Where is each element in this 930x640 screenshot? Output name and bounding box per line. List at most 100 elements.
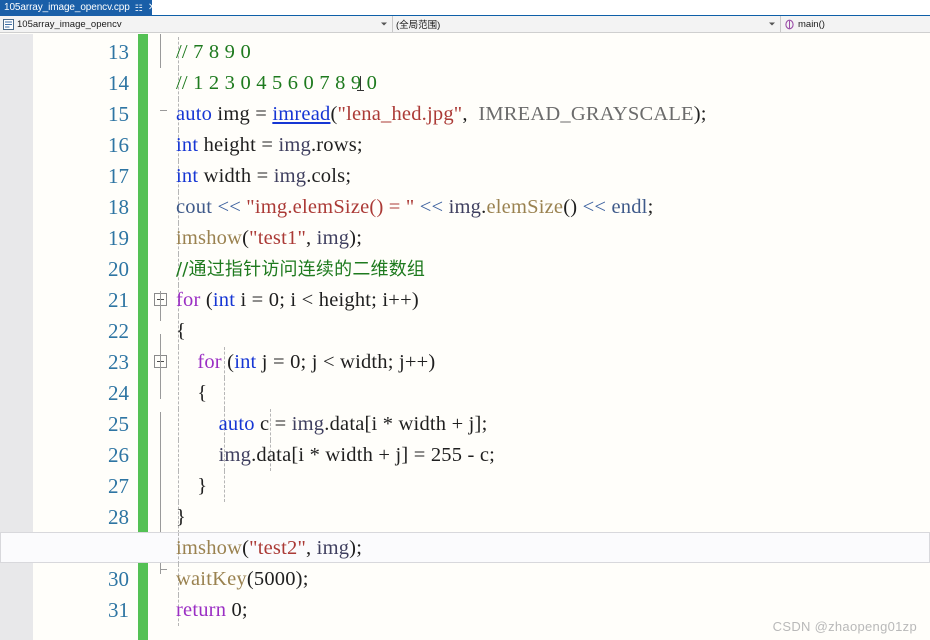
close-icon[interactable]: ✕ — [148, 3, 156, 13]
code-token: 0; — [226, 599, 248, 621]
line-number: 28 — [108, 505, 129, 529]
current-line-highlight — [0, 532, 930, 563]
code-token: imshow — [176, 227, 243, 249]
code-token: ( — [200, 289, 213, 311]
chevron-down-icon[interactable] — [381, 22, 387, 26]
line-number: 17 — [108, 164, 129, 188]
line-number: 13 — [108, 40, 129, 64]
code-token: for — [197, 351, 222, 373]
code-token: auto — [176, 103, 213, 125]
code-token: < — [301, 289, 314, 311]
code-line[interactable]: //通过指针访问连续的二维数组 — [176, 254, 425, 285]
code-token: } — [176, 475, 208, 497]
code-token: img — [278, 134, 311, 156]
code-token: img = — [212, 103, 273, 125]
method-icon — [784, 19, 795, 30]
function-dropdown[interactable]: main() — [781, 16, 930, 32]
code-token: ); — [349, 537, 363, 559]
code-line[interactable]: img.data[i * width + j] = 255 - c; — [176, 440, 495, 471]
line-number: 23 — [108, 350, 129, 374]
fold-connector-line — [160, 291, 161, 321]
line-number: 26 — [108, 443, 129, 467]
line-number: 24 — [108, 381, 129, 405]
code-token: "test1" — [249, 227, 307, 249]
indent-guide — [224, 378, 225, 409]
code-editor-surface[interactable]: 13141516171819202122232425262728293031 /… — [0, 34, 930, 640]
code-token: .rows; — [310, 134, 363, 156]
code-line[interactable]: waitKey(5000); — [176, 564, 309, 595]
code-token: int — [176, 134, 199, 156]
code-token: "lena_hed.jpg" — [337, 103, 463, 125]
code-line[interactable]: { — [176, 378, 207, 409]
line-number: 18 — [108, 195, 129, 219]
code-token: i = 0; i — [235, 289, 302, 311]
code-token: imread — [272, 103, 331, 125]
code-token: cout — [176, 196, 213, 218]
code-token: width; j++) — [334, 351, 436, 373]
line-number: 31 — [108, 598, 129, 622]
indent-guide — [224, 471, 225, 502]
project-icon — [3, 18, 14, 30]
code-line[interactable]: int width = img.cols; — [176, 161, 351, 192]
code-line[interactable]: } — [176, 471, 207, 502]
code-line[interactable]: auto c = img.data[i * width + j]; — [176, 409, 488, 440]
project-dropdown[interactable]: 105array_image_opencv — [0, 16, 393, 32]
code-line[interactable]: // 7 8 9 0 — [176, 37, 251, 68]
code-token: () — [563, 196, 583, 218]
line-number: 16 — [108, 133, 129, 157]
code-line[interactable]: auto img = imread("lena_hed.jpg", IMREAD… — [176, 99, 707, 130]
code-line[interactable]: { — [176, 316, 186, 347]
editor-tab-strip: 105array_image_opencv.cpp ☷ ✕ — [0, 0, 930, 16]
text-cursor-ibeam — [357, 76, 364, 91]
code-token: } — [176, 506, 187, 528]
editor-tab-active[interactable]: 105array_image_opencv.cpp ☷ ✕ — [0, 0, 156, 16]
code-token: .cols; — [306, 165, 352, 187]
chevron-down-icon[interactable] — [769, 22, 775, 26]
code-token: j = 0; j — [256, 351, 323, 373]
scope-dropdown[interactable]: (全局范围) — [393, 16, 781, 32]
project-dropdown-value: 105array_image_opencv — [17, 18, 122, 30]
code-line[interactable]: for (int i = 0; i < height; i++) — [176, 285, 419, 316]
scope-dropdown-value: (全局范围) — [396, 20, 441, 31]
code-token: img — [316, 227, 350, 249]
code-token: , — [462, 103, 479, 125]
code-token: height; i++) — [313, 289, 419, 311]
code-line[interactable]: imshow("test2", img); — [176, 533, 362, 564]
code-token: "img.elemSize() = " — [246, 196, 415, 218]
code-token: img — [218, 444, 252, 466]
pin-icon[interactable]: ☷ — [135, 3, 143, 13]
code-token: < — [322, 351, 335, 373]
code-token: ; — [647, 196, 654, 218]
watermark-text: CSDN @zhaopeng01zp — [772, 619, 917, 634]
code-line[interactable]: } — [176, 502, 186, 533]
code-line[interactable]: // 1 2 3 0 4 5 6 0 7 8 9 0 — [176, 68, 377, 99]
code-token: "test2" — [249, 537, 307, 559]
code-line[interactable]: return 0; — [176, 595, 248, 626]
code-token: ); — [693, 103, 707, 125]
line-number: 20 — [108, 257, 129, 281]
line-number: 21 — [108, 288, 129, 312]
fold-region-end — [160, 569, 167, 570]
code-token: imshow — [176, 537, 243, 559]
line-number: 30 — [108, 567, 129, 591]
code-token: height = — [198, 134, 279, 156]
code-token: { — [176, 382, 208, 404]
code-token: int — [234, 351, 257, 373]
fold-connector-line — [160, 334, 161, 399]
code-line[interactable]: imshow("test1", img); — [176, 223, 362, 254]
code-line[interactable]: int height = img.rows; — [176, 130, 363, 161]
code-token: ( — [221, 351, 235, 373]
code-token: width = — [198, 165, 274, 187]
code-token: << — [419, 196, 444, 218]
code-token: c = — [254, 413, 292, 435]
code-token: elemSize — [486, 196, 564, 218]
line-number: 14 — [108, 71, 129, 95]
code-line[interactable]: for (int j = 0; j < width; j++) — [176, 347, 435, 378]
code-line[interactable]: cout << "img.elemSize() = " << img.elemS… — [176, 192, 653, 223]
code-token: ( — [330, 103, 338, 125]
code-text-area[interactable]: // 7 8 9 0 // 1 2 3 0 4 5 6 0 7 8 9 0 auto… — [0, 34, 930, 640]
code-token: << — [217, 196, 241, 218]
code-token: // 7 8 9 0 — [176, 41, 251, 63]
code-token: img — [448, 196, 482, 218]
